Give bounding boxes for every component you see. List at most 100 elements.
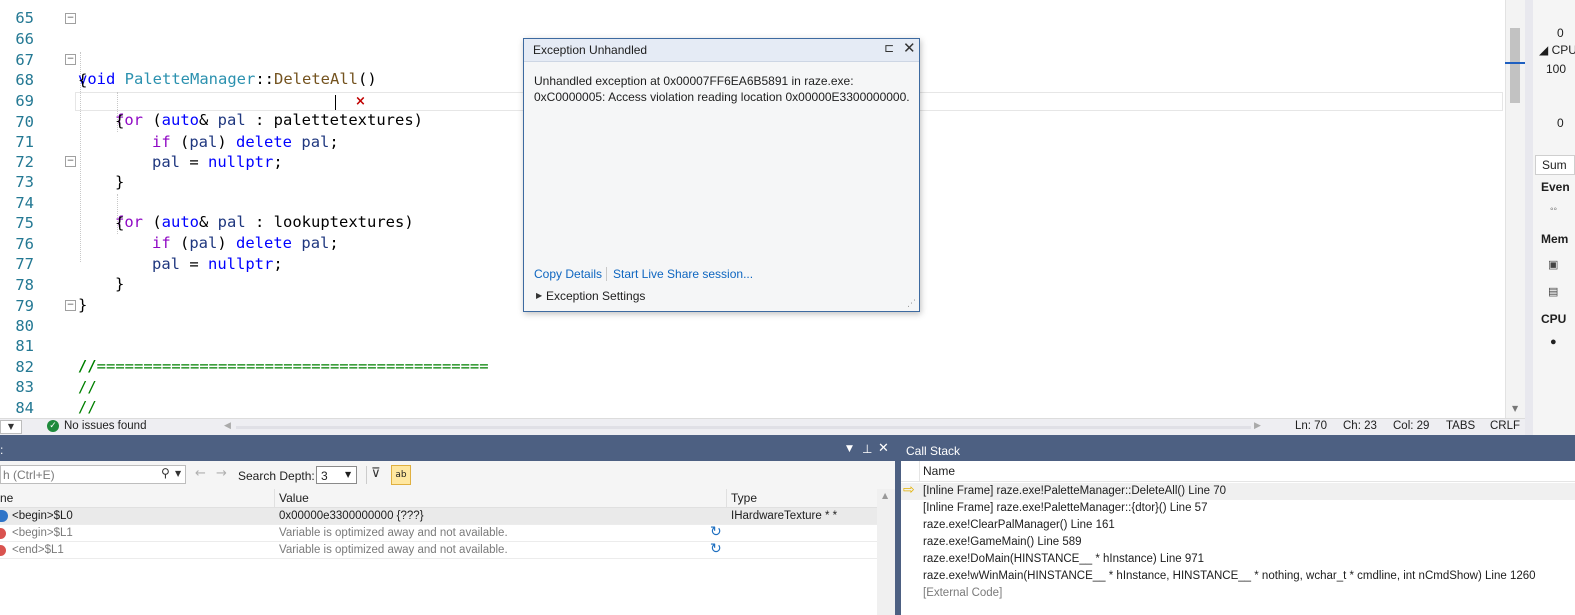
stack-frame[interactable]: [Inline Frame] raze.exe!PaletteManager::… xyxy=(923,483,1226,500)
variable-value[interactable]: 0x00000e3300000000 {???} xyxy=(279,508,424,525)
cpu-min-value: 0 xyxy=(1557,26,1564,40)
column-header-name[interactable]: ne xyxy=(0,491,13,505)
chevron-down-icon[interactable]: ▼ xyxy=(175,469,181,478)
collapse-toggle[interactable]: − xyxy=(65,54,76,65)
text-cursor xyxy=(335,95,336,110)
cpu-label-text: CPU xyxy=(1551,43,1575,57)
issues-indicator[interactable]: No issues found xyxy=(64,420,146,432)
variable-name: <end>$L1 xyxy=(12,544,64,556)
snapshot-icon[interactable]: ▣ xyxy=(1548,258,1558,271)
locals-search-box[interactable]: h (Ctrl+E) ⚲ ▼ xyxy=(0,465,186,484)
close-icon[interactable]: ✕ xyxy=(903,39,916,57)
search-depth-value: 3 xyxy=(321,469,328,483)
exception-dialog[interactable]: Exception Unhandled ⊏ ✕ Unhandled except… xyxy=(523,38,920,312)
heap-icon[interactable]: ▤ xyxy=(1548,285,1558,298)
search-depth-label: Search Depth: xyxy=(238,469,315,483)
table-row[interactable]: <begin>$L0 0x00000e3300000000 {???} IHar… xyxy=(0,508,877,525)
events-icon[interactable]: ◦◦ xyxy=(1550,204,1557,215)
locals-header: ne Value Type xyxy=(0,489,877,508)
column-header-type[interactable]: Type xyxy=(731,491,757,505)
refresh-icon[interactable]: ↻ xyxy=(710,541,722,558)
column-divider[interactable] xyxy=(274,489,275,507)
scrollbar-position-marker xyxy=(1505,62,1525,64)
scroll-up-arrow-icon[interactable]: ▲ xyxy=(882,491,888,500)
current-frame-arrow-icon: ⇨ xyxy=(903,482,915,498)
search-icon[interactable]: ⚲ xyxy=(161,466,170,480)
scroll-right-icon[interactable]: ▶ xyxy=(1254,420,1261,431)
code-line-65: 65 xyxy=(0,0,1505,27)
refresh-icon[interactable]: ↻ xyxy=(710,524,722,541)
code-line[interactable]: 66 − void PaletteManager::DeleteAll() xyxy=(0,9,1505,88)
search-forward-icon[interactable]: → xyxy=(216,466,227,481)
cpu-label: ◢ CPU xyxy=(1539,43,1575,57)
stack-frame[interactable]: raze.exe!ClearPalManager() Line 161 xyxy=(923,517,1115,534)
locals-vertical-scrollbar[interactable]: ▲ xyxy=(877,489,895,615)
dialog-title-bar[interactable]: Exception Unhandled ⊏ ✕ xyxy=(524,39,919,62)
line-ending-indicator[interactable]: CRLF xyxy=(1490,420,1520,432)
tab-summary[interactable]: Sum xyxy=(1535,155,1575,175)
call-stack-title-bar[interactable]: Call Stack xyxy=(901,440,1575,461)
locals-title-fragment: : xyxy=(0,443,4,457)
pin-icon[interactable]: ⊏ xyxy=(884,41,894,55)
zoom-dropdown[interactable]: ▼ xyxy=(0,420,22,434)
code-line[interactable]: 84 //===================================… xyxy=(0,378,1505,417)
scrollbar-thumb[interactable] xyxy=(1510,28,1520,103)
column-header-value[interactable]: Value xyxy=(279,491,309,505)
stack-frame[interactable]: raze.exe!wWinMain(HINSTANCE__ * hInstanc… xyxy=(923,568,1536,585)
stack-frame[interactable]: [External Code] xyxy=(923,585,1002,602)
tab-summary-label: Sum xyxy=(1542,158,1567,172)
code-line[interactable]: 82 // xyxy=(0,337,1505,396)
variable-value: Variable is optimized away and not avail… xyxy=(279,544,508,556)
cpu-heading: CPU xyxy=(1541,312,1567,326)
locals-pane[interactable]: : ▼ ⊥ ✕ h (Ctrl+E) ⚲ ▼ ← → Search Depth:… xyxy=(0,440,895,615)
collapse-toggle[interactable]: − xyxy=(65,300,76,311)
column-divider[interactable] xyxy=(726,489,727,507)
record-icon[interactable]: ● xyxy=(1550,336,1557,348)
filter-icon[interactable]: ⊽ xyxy=(371,466,381,481)
column-indicator[interactable]: Col: 29 xyxy=(1393,420,1429,432)
char-indicator[interactable]: Ch: 23 xyxy=(1343,420,1377,432)
call-stack-pane[interactable]: Call Stack Name ⇨ [Inline Frame] raze.ex… xyxy=(901,440,1575,615)
line-indicator[interactable]: Ln: 70 xyxy=(1295,420,1327,432)
stack-frame[interactable]: raze.exe!GameMain() Line 589 xyxy=(923,534,1082,551)
search-depth-select[interactable]: 3 ▼ xyxy=(316,466,357,484)
pin-icon[interactable]: ⊥ xyxy=(862,442,872,456)
variable-type: IHardwareTexture * * xyxy=(731,510,838,522)
column-divider xyxy=(919,461,920,481)
chevron-down-icon[interactable]: ▼ xyxy=(345,470,351,479)
exception-settings-expander[interactable]: Exception Settings xyxy=(546,289,645,303)
stack-frame[interactable]: raze.exe!DoMain(HINSTANCE__ * hInstance)… xyxy=(923,551,1204,568)
locals-title-bar[interactable]: : ▼ ⊥ ✕ xyxy=(0,440,895,461)
expand-triangle-icon[interactable]: ▶ xyxy=(536,291,542,300)
horizontal-scrollbar[interactable] xyxy=(236,426,1251,429)
panel-edge xyxy=(1525,0,1533,435)
table-row[interactable]: <begin>$L1 Variable is optimized away an… xyxy=(0,524,877,542)
pane-menu-icon[interactable]: ▼ xyxy=(846,444,853,454)
code-line[interactable]: 81 // xyxy=(0,316,1505,375)
row-divider xyxy=(0,541,877,542)
variable-icon xyxy=(0,510,8,522)
search-input[interactable]: h (Ctrl+E) xyxy=(3,468,55,482)
variable-name: <begin>$L0 xyxy=(12,510,73,522)
column-header-name[interactable]: Name xyxy=(923,464,955,478)
code-line[interactable]: 85 xyxy=(0,399,1505,418)
link-divider xyxy=(606,267,607,281)
exception-marker-icon[interactable]: × xyxy=(355,92,366,112)
memory-heading: Mem xyxy=(1541,232,1569,246)
table-row[interactable]: <end>$L1 Variable is optimized away and … xyxy=(0,541,877,559)
code-line[interactable]: 83 // xyxy=(0,357,1505,416)
search-back-icon[interactable]: ← xyxy=(195,466,206,481)
live-share-link[interactable]: Start Live Share session... xyxy=(613,267,753,281)
indent-mode-indicator[interactable]: TABS xyxy=(1446,420,1475,432)
collapse-toggle[interactable]: − xyxy=(65,13,76,24)
stack-frame[interactable]: [Inline Frame] raze.exe!PaletteManager::… xyxy=(923,500,1207,517)
scroll-down-arrow-icon[interactable]: ▼ xyxy=(1512,404,1518,413)
view-string-format-icon[interactable]: ab xyxy=(391,465,411,485)
row-divider xyxy=(0,524,877,525)
copy-details-link[interactable]: Copy Details xyxy=(534,267,602,281)
close-icon[interactable]: ✕ xyxy=(878,441,889,456)
exception-message: Unhandled exception at 0x00007FF6EA6B589… xyxy=(534,74,910,104)
collapse-toggle[interactable]: − xyxy=(65,156,76,167)
resize-grip-icon[interactable]: ⋰ xyxy=(907,299,916,309)
scroll-left-icon[interactable]: ◀ xyxy=(224,420,231,431)
